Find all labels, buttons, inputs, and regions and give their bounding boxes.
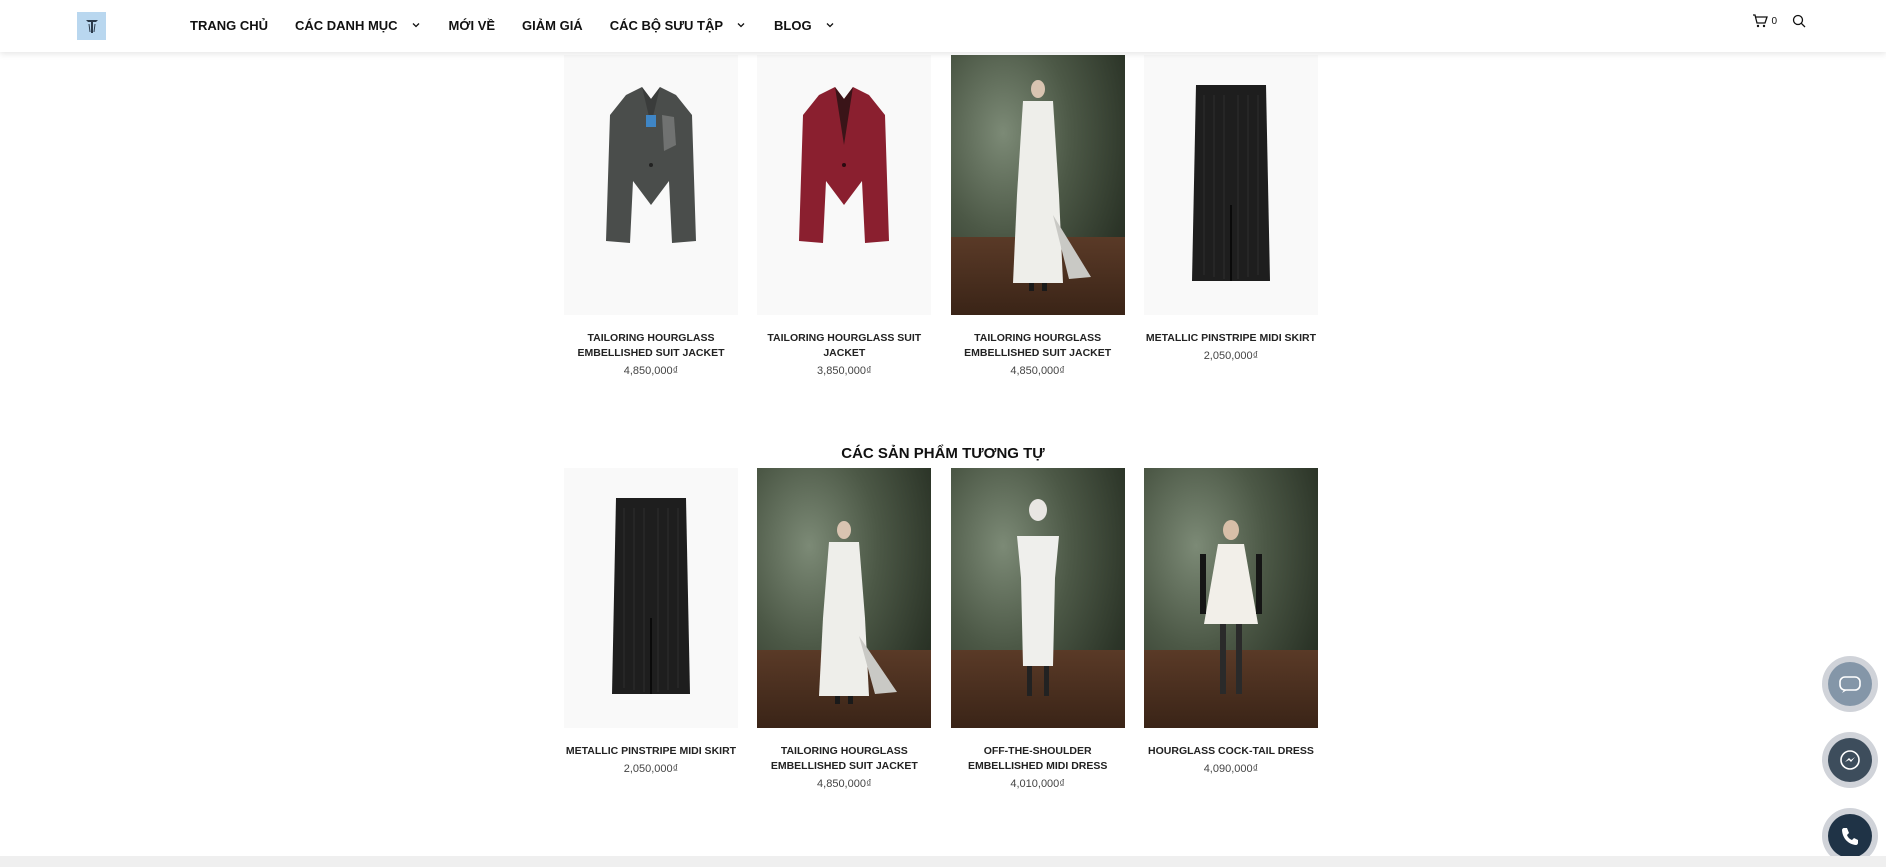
header-actions: 0 <box>1752 14 1806 28</box>
site-logo[interactable] <box>77 12 106 40</box>
cart-button[interactable]: 0 <box>1752 14 1777 28</box>
button-ring <box>1822 732 1878 788</box>
button-ring <box>1822 656 1878 712</box>
product-card[interactable]: METALLIC PINSTRIPE MIDI SKIRT 2,050,000₫ <box>1143 55 1318 377</box>
product-name[interactable]: METALLIC PINSTRIPE MIDI SKIRT <box>1144 331 1318 346</box>
product-name[interactable]: TAILORING HOURGLASS EMBELLISHED SUIT JAC… <box>757 744 931 774</box>
nav-item-label: CÁC BỘ SƯU TẬP <box>609 17 724 33</box>
product-price: 4,850,000₫ <box>1010 365 1065 377</box>
product-image[interactable] <box>950 468 1125 728</box>
nav-item-label: TRANG CHỦ <box>190 17 268 33</box>
zalo-chat-button[interactable] <box>1822 656 1878 712</box>
chevron-down-icon <box>735 19 747 31</box>
product-price: 2,050,000₫ <box>1203 350 1259 362</box>
zalo-icon <box>1828 662 1872 706</box>
product-grid-top: TAILORING HOURGLASS EMBELLISHED SUIT JAC… <box>564 55 1318 377</box>
nav-item-sale[interactable]: GIẢM GIÁ <box>522 18 583 33</box>
product-image[interactable] <box>757 55 932 315</box>
product-name[interactable]: TAILORING HOURGLASS EMBELLISHED SUIT JAC… <box>564 331 738 361</box>
site-header: TRANG CHỦ CÁC DANH MỤC MỚI VỀ GIẢM GIÁ C… <box>0 0 1886 52</box>
product-price: 4,010,000₫ <box>1010 778 1065 790</box>
nav-item-new-arrivals[interactable]: MỚI VỀ <box>449 18 495 33</box>
nav-item-label: CÁC DANH MỤC <box>295 17 398 33</box>
product-price: 4,850,000₫ <box>817 778 872 790</box>
search-icon <box>1792 14 1806 28</box>
product-card[interactable]: HOURGLASS COCK-TAIL DRESS 4,090,000₫ <box>1143 468 1318 790</box>
nav-item-label: MỚI VỀ <box>448 17 496 33</box>
messenger-button[interactable] <box>1822 732 1878 788</box>
product-image[interactable] <box>757 468 932 728</box>
footer-strip <box>0 856 1886 867</box>
similar-products-title: CÁC SẢN PHẨM TƯƠNG TỰ <box>841 445 1045 462</box>
logo-mark-icon <box>85 20 98 33</box>
product-card[interactable]: OFF-THE-SHOULDER EMBELLISHED MIDI DRESS … <box>950 468 1125 790</box>
search-button[interactable] <box>1792 14 1806 28</box>
phone-icon <box>1828 814 1872 858</box>
product-grid-similar: METALLIC PINSTRIPE MIDI SKIRT 2,050,000₫… <box>564 468 1318 790</box>
product-card[interactable]: TAILORING HOURGLASS EMBELLISHED SUIT JAC… <box>564 55 738 377</box>
messenger-icon <box>1828 738 1872 782</box>
product-price: 3,850,000₫ <box>817 365 872 377</box>
product-name[interactable]: TAILORING HOURGLASS SUIT JACKET <box>757 331 931 361</box>
product-card[interactable]: TAILORING HOURGLASS SUIT JACKET 3,850,00… <box>757 55 932 377</box>
product-name[interactable]: TAILORING HOURGLASS EMBELLISHED SUIT JAC… <box>951 331 1125 361</box>
product-image[interactable] <box>1143 468 1318 728</box>
product-image[interactable] <box>564 468 738 728</box>
product-card[interactable]: TAILORING HOURGLASS EMBELLISHED SUIT JAC… <box>950 55 1125 377</box>
nav-item-categories[interactable]: CÁC DANH MỤC <box>295 18 422 33</box>
product-name[interactable]: METALLIC PINSTRIPE MIDI SKIRT <box>564 744 738 759</box>
product-card[interactable]: METALLIC PINSTRIPE MIDI SKIRT 2,050,000₫ <box>564 468 738 790</box>
product-name[interactable]: HOURGLASS COCK-TAIL DRESS <box>1144 744 1318 759</box>
nav-item-blog[interactable]: BLOG <box>774 18 836 33</box>
product-name[interactable]: OFF-THE-SHOULDER EMBELLISHED MIDI DRESS <box>951 744 1125 774</box>
product-image[interactable] <box>1143 55 1318 315</box>
main-nav: TRANG CHỦ CÁC DANH MỤC MỚI VỀ GIẢM GIÁ C… <box>190 0 863 50</box>
product-image[interactable] <box>564 55 738 315</box>
product-image[interactable] <box>950 55 1125 315</box>
cart-count: 0 <box>1771 15 1777 27</box>
nav-item-home[interactable]: TRANG CHỦ <box>190 18 268 33</box>
nav-item-label: BLOG <box>774 17 812 33</box>
chevron-down-icon <box>410 19 422 31</box>
product-card[interactable]: TAILORING HOURGLASS EMBELLISHED SUIT JAC… <box>757 468 932 790</box>
product-price: 2,050,000₫ <box>623 763 679 775</box>
cart-icon <box>1753 14 1769 28</box>
product-price: 4,850,000₫ <box>623 365 679 377</box>
chevron-down-icon <box>824 19 836 31</box>
nav-item-label: GIẢM GIÁ <box>522 17 583 33</box>
nav-item-collections[interactable]: CÁC BỘ SƯU TẬP <box>610 18 747 33</box>
product-price: 4,090,000₫ <box>1203 763 1259 775</box>
